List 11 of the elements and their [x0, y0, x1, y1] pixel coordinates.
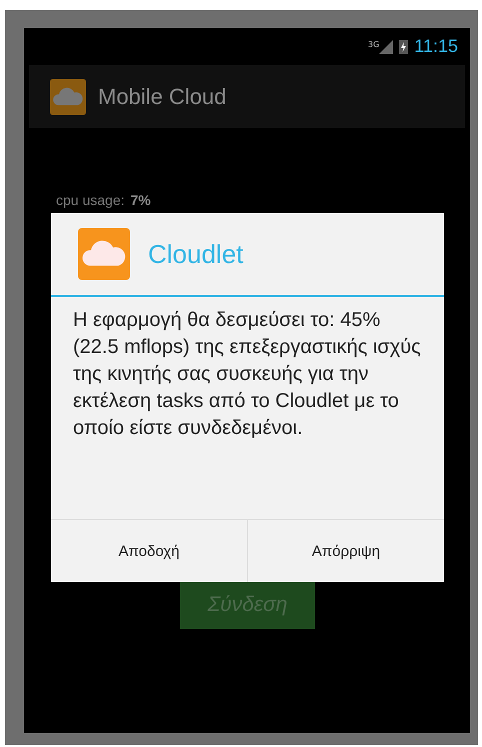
- signal-icon: [379, 40, 394, 54]
- app-title: Mobile Cloud: [98, 84, 226, 110]
- battery-icon: [399, 39, 408, 54]
- app-icon: [50, 78, 86, 114]
- cpu-value: 7%: [130, 192, 151, 208]
- cloud-icon: [78, 228, 130, 280]
- clock: 11:15: [414, 36, 458, 57]
- dialog-message: Η εφαρμογή θα δεσμεύσει το: 45% (22.5 mflops) της επεξεργαστικής ισχύς της κινητής σας συσκευής για την εκτέλεση tasks από το Cloudlet με το οποίο είστε συνδεδεμένοι.: [72, 308, 422, 441]
- dialog-title: Cloudlet: [148, 238, 244, 270]
- cpu-label: cpu usage:: [56, 192, 124, 208]
- network-type: 3G: [368, 40, 380, 48]
